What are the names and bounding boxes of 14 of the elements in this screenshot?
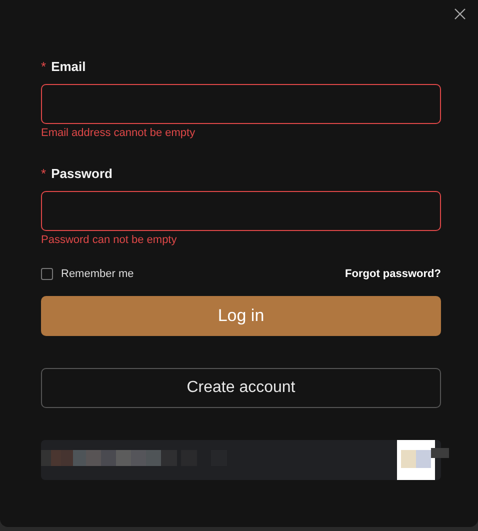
input-field[interactable]	[41, 84, 441, 124]
checkbox-label: Remember me	[61, 268, 134, 280]
error-message: Email address cannot be empty	[41, 127, 196, 141]
close-icon[interactable]	[454, 8, 466, 20]
create-account-button[interactable]: Create account	[41, 368, 441, 408]
required-mark: *	[41, 58, 46, 74]
checkbox[interactable]	[41, 268, 53, 280]
login-button[interactable]: Log in	[41, 296, 441, 336]
forgot-password-link[interactable]: Forgot password?	[345, 268, 441, 280]
required-mark: *	[41, 166, 46, 180]
field-label: Email	[51, 58, 86, 74]
error-message: Password can not be empty	[41, 234, 178, 248]
field-label: Password	[51, 166, 112, 180]
input-field[interactable]	[41, 191, 441, 231]
